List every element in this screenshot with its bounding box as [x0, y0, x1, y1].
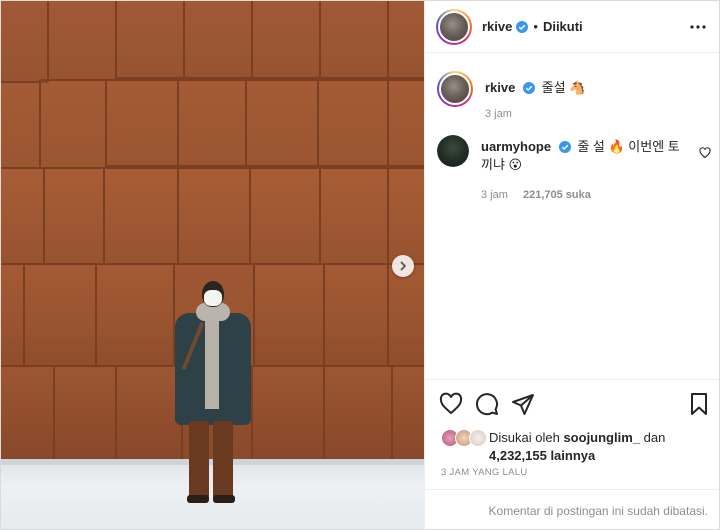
commenter-username[interactable]: uarmyhope [481, 139, 551, 154]
like-button[interactable] [439, 392, 463, 416]
post-photo[interactable] [1, 1, 424, 529]
caption-avatar[interactable] [437, 71, 473, 107]
save-button[interactable] [687, 392, 711, 416]
verified-badge-icon [558, 141, 571, 153]
more-options-icon [690, 25, 706, 29]
likes-summary: Disukai oleh soojunglim_ dan 4,232,155 l… [441, 429, 711, 465]
share-button[interactable] [511, 392, 535, 416]
comment-likes[interactable]: 221,705 suka [523, 189, 591, 201]
instagram-post-window: rkive • Diikuti rkive 줄설 🐴 3 jam uarmyho… [0, 0, 720, 530]
caption: rkive 줄설 🐴 3 jam [437, 71, 712, 123]
author-username[interactable]: rkive [482, 19, 512, 34]
liked-by-prefix: Disukai oleh [489, 430, 560, 445]
heart-icon [439, 392, 463, 415]
liked-by-user[interactable]: soojunglim_ [563, 430, 640, 445]
caption-time[interactable]: 3 jam [485, 105, 585, 123]
verified-badge-icon [523, 82, 535, 94]
comment-item: uarmyhope 줄 설 🔥 이번엔 토끼냐 😮 3 jam 221,705 … [437, 135, 717, 204]
next-photo-button[interactable] [392, 255, 414, 277]
liked-by-others[interactable]: 4,232,155 lainnya [489, 448, 595, 463]
caption-username[interactable]: rkive [485, 80, 515, 95]
follow-status-button[interactable]: Diikuti [543, 19, 583, 34]
comments-disabled-notice: Komentar di postingan ini sudah dibatasi… [425, 489, 719, 529]
liker-avatars[interactable] [441, 429, 487, 449]
chevron-right-icon [400, 261, 406, 271]
share-icon [512, 394, 534, 415]
comment-icon [476, 393, 498, 416]
more-options-button[interactable] [690, 20, 708, 34]
bookmark-icon [691, 393, 707, 415]
separator-dot: • [533, 19, 538, 34]
liked-by-and: dan [643, 430, 666, 445]
comment-time[interactable]: 3 jam [481, 189, 508, 201]
author-avatar[interactable] [436, 8, 472, 45]
comment-like-button[interactable] [699, 147, 711, 159]
caption-text: 줄설 🐴 [541, 80, 586, 95]
verified-badge-icon [516, 20, 529, 33]
post-header: rkive • Diikuti [425, 1, 719, 53]
person-figure [169, 281, 257, 521]
heart-icon [699, 147, 711, 159]
action-bar [425, 379, 719, 427]
commenter-avatar[interactable] [437, 135, 469, 167]
post-sidebar: rkive • Diikuti rkive 줄설 🐴 3 jam uarmyho… [424, 1, 719, 529]
post-timestamp[interactable]: 3 JAM YANG LALU [441, 467, 528, 478]
comment-button[interactable] [475, 392, 499, 416]
